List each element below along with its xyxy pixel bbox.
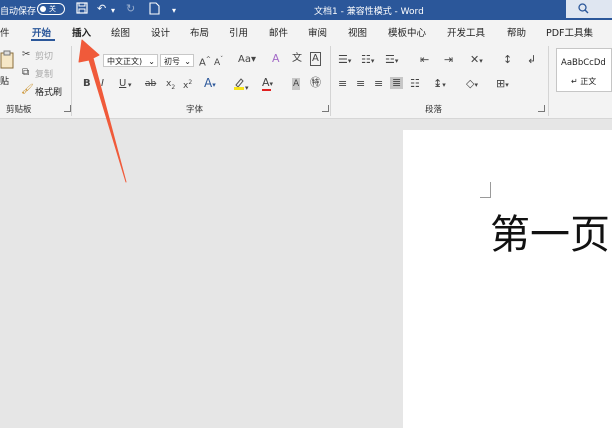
annotation-arrow: [78, 39, 127, 183]
